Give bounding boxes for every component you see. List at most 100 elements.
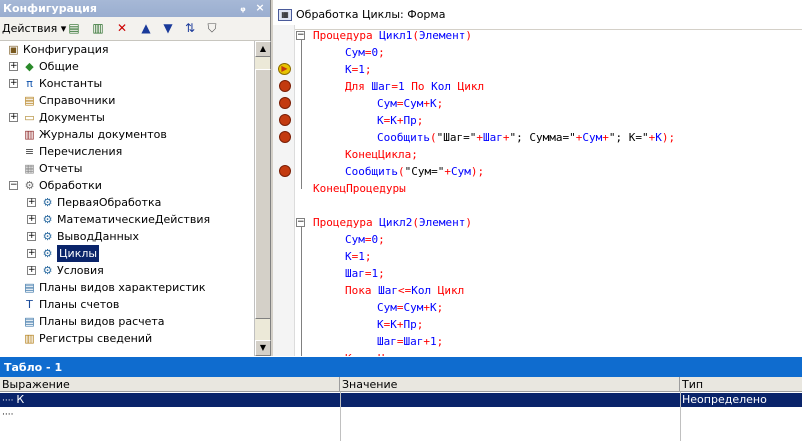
form-window-icon: ▦	[278, 9, 292, 21]
tree-item-label: Отчеты	[39, 162, 83, 175]
filter-icon[interactable]: ⛉	[204, 20, 220, 36]
expand-icon[interactable]: +	[27, 198, 36, 207]
collapse-icon[interactable]: −	[296, 31, 305, 40]
close-icon[interactable]: ×	[253, 1, 267, 15]
tree-item[interactable]: ▣ Конфигурация	[0, 41, 254, 58]
tree-item[interactable]: ▥ Журналы документов	[0, 126, 254, 143]
tree-item-label: Обработки	[39, 179, 102, 192]
column-header-type[interactable]: Тип	[680, 377, 802, 392]
tree-item-label: Журналы документов	[39, 128, 167, 141]
code-line[interactable]: К=1;	[345, 248, 372, 265]
scroll-thumb[interactable]	[255, 69, 271, 319]
cell-text: К	[16, 393, 25, 406]
collapse-icon[interactable]: −	[296, 218, 305, 227]
scroll-up-arrow-icon[interactable]: ▲	[255, 41, 271, 57]
tree-item[interactable]: + ⚙ ВыводДанных	[0, 228, 254, 245]
breakpoint-icon[interactable]	[279, 131, 291, 143]
expand-icon[interactable]: +	[27, 232, 36, 241]
tree-item[interactable]: + π Константы	[0, 75, 254, 92]
breakpoint-icon[interactable]	[279, 80, 291, 92]
tree-item[interactable]: ▤ Планы видов характеристик	[0, 279, 254, 296]
tree-item[interactable]: ▤ Справочники	[0, 92, 254, 109]
tree-item[interactable]: + ⚙ Условия	[0, 262, 254, 279]
breakpoint-icon[interactable]	[279, 97, 291, 109]
expand-icon[interactable]: +	[9, 113, 18, 122]
copy-icon[interactable]: ▥	[90, 20, 106, 36]
tree-item[interactable]: ≡ Перечисления	[0, 143, 254, 160]
tree-item[interactable]: ▥ Регистры сведений	[0, 330, 254, 347]
code-line[interactable]: КонецЦикла;	[345, 146, 418, 163]
expand-icon[interactable]: +	[9, 79, 18, 88]
tree-item-label: Конфигурация	[23, 43, 109, 56]
tree-item-label: Справочники	[39, 94, 116, 107]
dataprocessor-icon: ⚙	[42, 247, 53, 260]
expand-icon[interactable]: +	[27, 249, 36, 258]
cell-expression[interactable]: ····	[0, 407, 13, 421]
tree-scrollbar[interactable]: ▲ ▼	[254, 41, 271, 356]
code-line[interactable]: КонецПроцедуры	[313, 180, 406, 197]
pin-icon[interactable]: ᵩ	[236, 1, 250, 15]
tree-item[interactable]: ▤ Планы видов расчета	[0, 313, 254, 330]
table-row[interactable]: ···· К Неопределено	[0, 393, 802, 407]
code-line[interactable]: Пока Шаг<=Кол Цикл	[345, 282, 464, 299]
tree-guide-icon: ····	[2, 410, 14, 420]
move-up-icon[interactable]: ▲	[138, 20, 154, 36]
delete-icon[interactable]: ✕	[114, 20, 130, 36]
cell-type[interactable]: Неопределено	[680, 393, 767, 407]
column-header-value[interactable]: Значение	[340, 377, 680, 392]
watch-table-header: Выражение Значение Тип	[0, 377, 802, 392]
tree-item[interactable]: + ⚙ Циклы	[0, 245, 254, 262]
add-icon[interactable]: ▤	[66, 20, 82, 36]
scroll-down-arrow-icon[interactable]: ▼	[255, 340, 271, 356]
code-line[interactable]: Для Шаг=1 По Кол Цикл	[345, 78, 484, 95]
cell-expression[interactable]: ···· К	[0, 393, 24, 407]
tree-item-label: Планы видов расчета	[39, 315, 165, 328]
code-line[interactable]: Сум=0;	[345, 231, 385, 248]
code-line[interactable]: Сообщить("Шаг="+Шаг+"; Сумма="+Сум+"; К=…	[377, 129, 675, 146]
documents-icon: ▭	[24, 111, 35, 124]
dataprocessor-icon: ⚙	[42, 230, 53, 243]
code-line[interactable]: Сум=Сум+К;	[377, 95, 443, 112]
sort-icon[interactable]: ⇅	[182, 20, 198, 36]
tree-item-label: Планы счетов	[39, 298, 120, 311]
code-line[interactable]: Процедура Цикл2(Элемент)	[313, 214, 472, 231]
code-line[interactable]: К=К+Пр;	[377, 316, 423, 333]
configuration-panel: Конфигурация ᵩ × Действия ▾ ▤ ▥ ✕ ▲ ▼ ⇅ …	[0, 0, 271, 356]
code-line[interactable]: Сум=Сум+К;	[377, 299, 443, 316]
chart-of-accounts-icon: Т	[26, 298, 33, 311]
code-line[interactable]: Сум=0;	[345, 44, 385, 61]
breakpoint-icon[interactable]	[279, 114, 291, 126]
expand-icon[interactable]: +	[27, 266, 36, 275]
code-area[interactable]: Процедура Цикл1(Элемент) − Сум=0; К=1; Для Ш…	[295, 25, 802, 356]
code-line[interactable]: К=1;	[345, 61, 372, 78]
breakpoint-gutter[interactable]: ▶	[273, 25, 295, 356]
tree-item[interactable]: + ▭ Документы	[0, 109, 254, 126]
watch-panel: Табло - 1 Выражение Значение Тип ···· К Н…	[0, 356, 802, 441]
code-line[interactable]: Шаг=Шаг+1;	[377, 333, 443, 350]
tree-item-label: ПерваяОбработка	[57, 196, 162, 209]
code-line[interactable]: Процедура Цикл1(Элемент)	[313, 27, 472, 44]
dataprocessor-icon: ⚙	[42, 213, 53, 226]
move-down-icon[interactable]: ▼	[160, 20, 176, 36]
tree-item[interactable]: + ◆ Общие	[0, 58, 254, 75]
tree-item[interactable]: ▦ Отчеты	[0, 160, 254, 177]
collapse-icon[interactable]: −	[9, 181, 18, 190]
code-line[interactable]: Шаг=1;	[345, 265, 385, 282]
column-header-expression[interactable]: Выражение	[0, 377, 340, 392]
expand-icon[interactable]: +	[9, 62, 18, 71]
table-row[interactable]: ····	[0, 407, 802, 421]
tree-item[interactable]: + ⚙ МатематическиеДействия	[0, 211, 254, 228]
watch-panel-title: Табло - 1	[0, 356, 802, 377]
fold-guide-line	[301, 227, 302, 356]
tree-item-label: Константы	[39, 77, 103, 90]
breakpoint-icon[interactable]	[279, 165, 291, 177]
current-line-arrow-icon[interactable]: ▶	[278, 63, 291, 75]
code-line[interactable]: К=К+Пр;	[377, 112, 423, 129]
expand-icon[interactable]: +	[27, 215, 36, 224]
tree-item[interactable]: + ⚙ ПерваяОбработка	[0, 194, 254, 211]
chart-of-characteristics-icon: ▤	[24, 281, 35, 294]
tree-item[interactable]: Т Планы счетов	[0, 296, 254, 313]
tree-item[interactable]: − ⚙ Обработки	[0, 177, 254, 194]
code-line[interactable]: Сообщить("Сум="+Сум);	[345, 163, 484, 180]
actions-menu-button[interactable]: Действия ▾	[2, 22, 66, 35]
